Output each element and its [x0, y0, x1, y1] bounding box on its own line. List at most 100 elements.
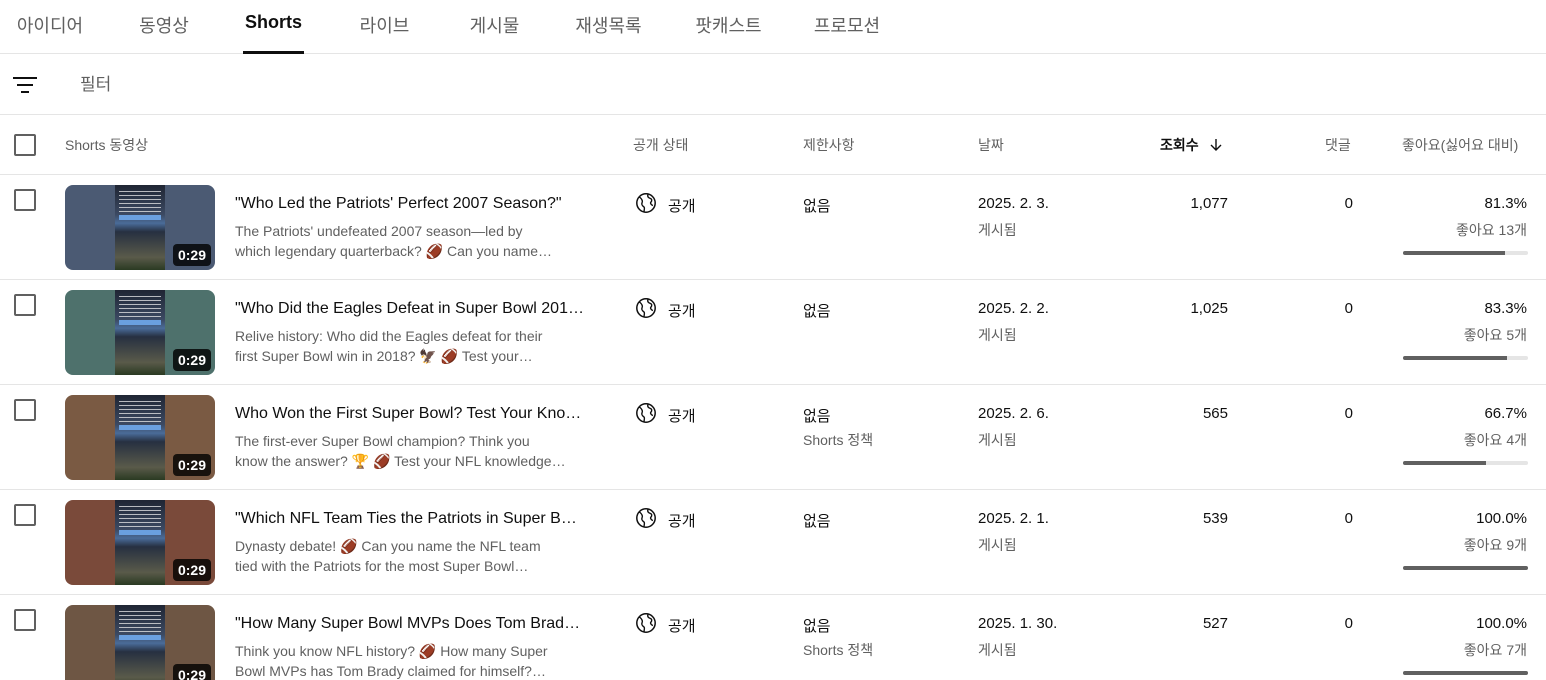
date-value: 2025. 2. 6.: [978, 405, 1049, 422]
date-status: 게시됨: [978, 642, 1017, 658]
duration-badge: 0:29: [172, 664, 211, 680]
tab-promotions[interactable]: 프로모션: [812, 12, 882, 54]
visibility-value[interactable]: 공개: [668, 300, 696, 321]
like-ratio-fill: [1403, 671, 1528, 675]
globe-icon: [636, 613, 656, 633]
date-status: 게시됨: [978, 432, 1017, 448]
table-row[interactable]: 0:29 "Which NFL Team Ties the Patriots i…: [0, 490, 1546, 595]
tab-live[interactable]: 라이브: [358, 12, 411, 54]
comments-value: 0: [1344, 195, 1353, 212]
description-line-1: Dynasty debate! 🏈 Can you name the NFL t…: [235, 538, 541, 554]
visibility-value[interactable]: 공개: [668, 405, 696, 426]
video-description: The first-ever Super Bowl champion? Thin…: [235, 431, 580, 471]
header-comments[interactable]: 댓글: [1325, 135, 1351, 155]
tab-ideas[interactable]: 아이디어: [15, 12, 85, 54]
description-line-2: first Super Bowl win in 2018? 🦅 🏈 Test y…: [235, 348, 533, 364]
header-visibility[interactable]: 공개 상태: [633, 135, 688, 155]
comments-value: 0: [1344, 300, 1353, 317]
visibility-value[interactable]: 공개: [668, 615, 696, 636]
row-checkbox[interactable]: [14, 189, 36, 211]
filter-bar: [0, 54, 1546, 115]
video-title[interactable]: "Who Did the Eagles Defeat in Super Bowl…: [235, 300, 585, 318]
tab-posts[interactable]: 게시물: [468, 12, 521, 54]
video-description: The Patriots' undefeated 2007 season—led…: [235, 221, 580, 261]
like-ratio-bar: [1403, 251, 1528, 255]
globe-icon: [636, 298, 656, 318]
video-title[interactable]: "How Many Super Bowl MVPs Does Tom Brady…: [235, 615, 585, 633]
globe-icon: [636, 508, 656, 528]
views-value: 1,025: [1190, 300, 1228, 317]
row-checkbox[interactable]: [14, 399, 36, 421]
description-line-1: The Patriots' undefeated 2007 season—led…: [235, 223, 523, 239]
like-count: 좋아요 13개: [1456, 222, 1527, 238]
like-ratio-fill: [1403, 356, 1508, 360]
restriction-value[interactable]: 없음: [803, 195, 831, 216]
visibility-value[interactable]: 공개: [668, 510, 696, 531]
video-thumbnail[interactable]: 0:29: [65, 290, 215, 375]
like-ratio-fill: [1403, 251, 1505, 255]
video-title[interactable]: Who Won the First Super Bowl? Test Your …: [235, 405, 585, 423]
thumbnail-image: [115, 185, 165, 270]
description-line-1: The first-ever Super Bowl champion? Thin…: [235, 433, 530, 449]
tab-shorts[interactable]: Shorts: [243, 12, 304, 54]
restriction-value[interactable]: 없음: [803, 405, 831, 426]
video-thumbnail[interactable]: 0:29: [65, 395, 215, 480]
video-thumbnail[interactable]: 0:29: [65, 605, 215, 680]
filter-icon[interactable]: [13, 74, 37, 96]
description-line-1: Think you know NFL history? 🏈 How many S…: [235, 643, 548, 659]
globe-icon: [636, 193, 656, 213]
like-percentage: 83.3%: [1484, 300, 1527, 317]
header-restrictions[interactable]: 제한사항: [803, 135, 855, 155]
duration-badge: 0:29: [172, 454, 211, 476]
globe-icon: [636, 403, 656, 423]
header-date[interactable]: 날짜: [978, 135, 1004, 155]
restriction-value[interactable]: 없음: [803, 510, 831, 531]
duration-badge: 0:29: [172, 244, 211, 266]
description-line-2: which legendary quarterback? 🏈 Can you n…: [235, 243, 553, 259]
duration-badge: 0:29: [172, 559, 211, 581]
thumbnail-image: [115, 605, 165, 680]
like-count: 좋아요 5개: [1463, 327, 1527, 343]
table-row[interactable]: 0:29 Who Won the First Super Bowl? Test …: [0, 385, 1546, 490]
video-title[interactable]: "Which NFL Team Ties the Patriots in Sup…: [235, 510, 585, 528]
like-ratio-fill: [1403, 461, 1487, 465]
restriction-detail: Shorts 정책: [803, 432, 874, 448]
row-checkbox[interactable]: [14, 294, 36, 316]
table-row[interactable]: 0:29 "Who Did the Eagles Defeat in Super…: [0, 280, 1546, 385]
views-value: 539: [1202, 510, 1228, 527]
restriction-value[interactable]: 없음: [803, 300, 831, 321]
header-video: Shorts 동영상: [65, 137, 148, 153]
restriction-value[interactable]: 없음: [803, 615, 831, 636]
filter-input[interactable]: [80, 72, 480, 98]
table-row[interactable]: 0:29 "Who Led the Patriots' Perfect 2007…: [0, 175, 1546, 280]
video-description: Dynasty debate! 🏈 Can you name the NFL t…: [235, 536, 580, 576]
date-value: 2025. 1. 30.: [978, 615, 1058, 632]
row-checkbox[interactable]: [14, 609, 36, 631]
header-likes[interactable]: 좋아요(싫어요 대비): [1402, 135, 1518, 155]
table-row[interactable]: 0:29 "How Many Super Bowl MVPs Does Tom …: [0, 595, 1546, 680]
header-views[interactable]: 조회수: [1160, 135, 1223, 155]
visibility-value[interactable]: 공개: [668, 195, 696, 216]
video-description: Think you know NFL history? 🏈 How many S…: [235, 641, 580, 680]
description-line-2: Bowl MVPs has Tom Brady claimed for hims…: [235, 663, 546, 679]
like-ratio-bar: [1403, 356, 1528, 360]
date-value: 2025. 2. 2.: [978, 300, 1049, 317]
select-all-checkbox[interactable]: [14, 134, 36, 156]
arrow-down-icon: [1210, 139, 1222, 151]
video-title[interactable]: "Who Led the Patriots' Perfect 2007 Seas…: [235, 195, 585, 213]
tab-bar: 아이디어 동영상 Shorts 라이브 게시물 재생목록 팟캐스트 프로모션: [0, 0, 1546, 54]
like-percentage: 81.3%: [1484, 195, 1527, 212]
tab-videos[interactable]: 동영상: [138, 12, 190, 54]
video-thumbnail[interactable]: 0:29: [65, 500, 215, 585]
tab-playlists[interactable]: 재생목록: [573, 12, 644, 54]
like-percentage: 66.7%: [1484, 405, 1527, 422]
like-ratio-bar: [1403, 566, 1528, 570]
like-count: 좋아요 7개: [1463, 642, 1527, 658]
video-thumbnail[interactable]: 0:29: [65, 185, 215, 270]
date-status: 게시됨: [978, 327, 1017, 343]
restriction-detail: Shorts 정책: [803, 642, 874, 658]
like-count: 좋아요 9개: [1463, 537, 1527, 553]
views-value: 565: [1202, 405, 1228, 422]
row-checkbox[interactable]: [14, 504, 36, 526]
tab-podcasts[interactable]: 팟캐스트: [693, 12, 764, 54]
